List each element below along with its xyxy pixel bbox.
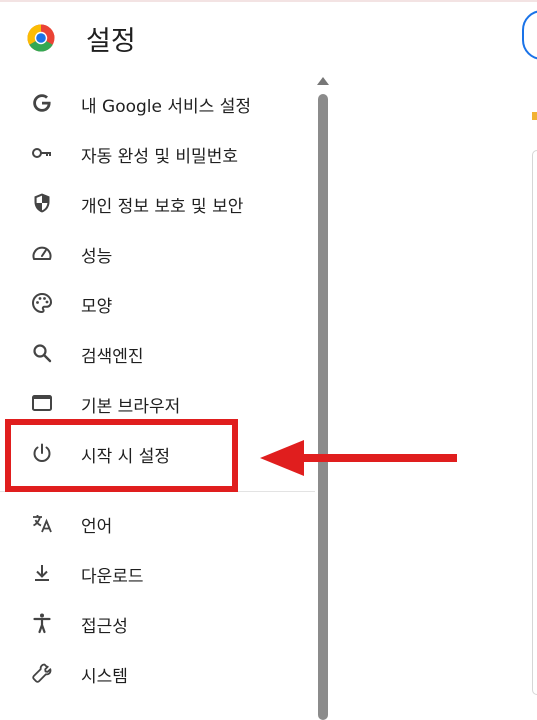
sidebar-item-label: 검색엔진	[81, 347, 144, 367]
key-icon	[32, 148, 51, 158]
sidebar-item-autofill[interactable]: 자동 완성 및 비밀번호	[0, 128, 315, 178]
content-card	[532, 150, 537, 695]
palette-icon	[31, 292, 53, 314]
sidebar-item-accessibility[interactable]: 접근성	[0, 598, 315, 648]
sidebar-item-system[interactable]: 시스템	[0, 648, 315, 698]
sidebar-item-label: 접근성	[81, 617, 128, 637]
download-icon	[35, 565, 49, 581]
sidebar-item-languages[interactable]: 언어	[0, 498, 315, 548]
search-field[interactable]	[522, 10, 537, 60]
sidebar-item-label: 내 Google 서비스 설정	[81, 97, 251, 117]
sidebar-item-performance[interactable]: 성능	[0, 228, 315, 278]
sidebar-item-label: 다운로드	[81, 567, 144, 587]
wrench-icon	[32, 663, 52, 683]
sidebar-item-label: 성능	[81, 247, 113, 267]
sidebar-item-downloads[interactable]: 다운로드	[0, 548, 315, 598]
sidebar-item-google-services[interactable]: 내 Google 서비스 설정	[0, 78, 315, 128]
sidebar-item-label: 모양	[81, 297, 113, 317]
sidebar-item-label: 자동 완성 및 비밀번호	[81, 147, 238, 167]
content-accent-marker	[532, 112, 537, 120]
translate-icon	[33, 515, 52, 533]
page-title: 설정	[86, 26, 136, 57]
sidebar-scrollbar-thumb[interactable]	[318, 94, 328, 720]
sidebar-item-appearance[interactable]: 모양	[0, 278, 315, 328]
shield-icon	[34, 193, 50, 213]
settings-header: 설정	[0, 0, 537, 72]
accessibility-icon	[33, 613, 51, 634]
chrome-logo-icon	[27, 24, 55, 52]
search-icon	[33, 344, 52, 363]
sidebar-item-label: 시스템	[81, 667, 128, 687]
sidebar-item-label: 개인 정보 보호 및 보안	[81, 197, 244, 217]
google-g-icon	[33, 94, 51, 112]
sidebar-item-label: 언어	[81, 517, 113, 537]
speedometer-icon	[32, 246, 52, 260]
sidebar-item-privacy-security[interactable]: 개인 정보 보호 및 보안	[0, 178, 315, 228]
sidebar-item-search-engine[interactable]: 검색엔진	[0, 328, 315, 378]
browser-window-icon	[32, 395, 52, 411]
annotation-arrow	[260, 440, 457, 476]
scroll-up-arrow[interactable]	[317, 77, 329, 85]
sidebar-item-label: 기본 브라우저	[81, 397, 181, 417]
annotation-highlight-box	[5, 419, 238, 492]
